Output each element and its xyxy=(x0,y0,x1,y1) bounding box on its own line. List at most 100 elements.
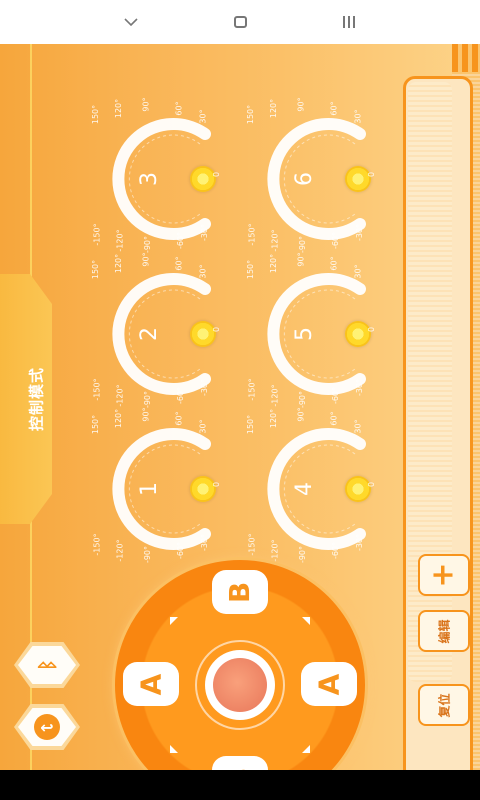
dial-number: 1 xyxy=(137,482,162,496)
dial-number: 6 xyxy=(292,172,317,186)
dial-tick-label: 30° xyxy=(198,419,208,434)
dial-number: 5 xyxy=(292,327,317,341)
dial-tick-label: 90° xyxy=(296,97,306,112)
dial-number: 2 xyxy=(137,327,162,341)
servo-dial-5[interactable]: 5 150° 120° 90° 60° 30° 0 -30° -60° -90° -120° -150… xyxy=(245,252,377,408)
dial-tick-label: -30° xyxy=(200,533,210,552)
servo-dial-2[interactable]: 2 150° 120° 90° 60° 30° 0 -30° -60° -90° -120° -150… xyxy=(90,252,222,408)
mode-label: 控制模式 xyxy=(27,366,46,432)
dial-tick-label: 0 xyxy=(212,326,222,333)
dial-tick-label: 150° xyxy=(246,259,256,280)
servo-dial-3[interactable]: 3 150° 120° 90° 60° 30° 0 -30° -60° -90° -120° -150… xyxy=(90,97,222,253)
dial-tick-label: 30° xyxy=(353,109,363,124)
dial-tick-label: -90° xyxy=(143,235,153,254)
dial-tick-label: 60° xyxy=(174,101,184,116)
dial-tick-label: 90° xyxy=(141,252,151,267)
dial-tick-label: 150° xyxy=(91,414,101,435)
dial-tick-label: -30° xyxy=(200,378,210,397)
back-arrow-icon: ↩ xyxy=(34,714,60,740)
dial-knob[interactable] xyxy=(345,476,371,502)
dial-tick-label: 0 xyxy=(367,326,377,333)
reset-label: 复位 xyxy=(437,692,452,718)
dial-tick-label: -60° xyxy=(331,541,341,560)
dial-knob[interactable] xyxy=(190,166,216,192)
dial-tick-label: 90° xyxy=(296,252,306,267)
dial-tick-label: -150° xyxy=(92,378,102,401)
plus-icon: + xyxy=(425,562,461,588)
bluetooth-icon: ᛒ xyxy=(35,659,59,671)
dial-tick-label: -150° xyxy=(92,223,102,246)
dial-tick-label: -90° xyxy=(143,390,153,409)
dial-knob[interactable] xyxy=(345,321,371,347)
edit-label: 编辑 xyxy=(437,618,452,644)
dial-tick-label: 150° xyxy=(91,259,101,280)
servo-dial-4[interactable]: 4 150° 120° 90° 60° 30° 0 -30° -60° -90° -120° -150… xyxy=(245,407,377,563)
edit-button[interactable]: 编辑 xyxy=(418,610,470,652)
dial-tick-label: -30° xyxy=(355,533,365,552)
dial-tick-label: -150° xyxy=(247,533,257,556)
dial-knob[interactable] xyxy=(190,321,216,347)
dial-tick-label: 60° xyxy=(329,411,339,426)
dial-tick-label: -120° xyxy=(115,229,125,252)
dial-tick-label: -30° xyxy=(200,223,210,242)
dial-tick-label: 0 xyxy=(367,481,377,488)
joystick[interactable]: A A B B xyxy=(115,560,365,770)
key-b-top[interactable]: B xyxy=(212,570,268,614)
robot-control-screen: 控制模式 + 编辑 复位 1 150° 120° 90° 60° 30° 0 -30° -60°… xyxy=(0,44,480,770)
dial-tick-label: 0 xyxy=(212,481,222,488)
dial-tick-label: -30° xyxy=(355,378,365,397)
dial-tick-label: -120° xyxy=(270,539,280,562)
dial-tick-label: 150° xyxy=(246,414,256,435)
dial-tick-label: -60° xyxy=(331,386,341,405)
dial-tick-label: 120° xyxy=(269,98,279,119)
dial-tick-label: -150° xyxy=(92,533,102,556)
dial-tick-label: 120° xyxy=(114,253,124,274)
dial-tick-label: -60° xyxy=(176,231,186,250)
servo-dial-6[interactable]: 6 150° 120° 90° 60° 30° 0 -30° -60° -90° -120° -150… xyxy=(245,97,377,253)
dial-tick-label: 90° xyxy=(141,407,151,422)
dial-tick-label: 150° xyxy=(246,104,256,125)
dial-tick-label: -90° xyxy=(298,235,308,254)
dial-tick-label: 90° xyxy=(296,407,306,422)
dial-tick-label: 30° xyxy=(353,264,363,279)
dial-tick-label: 0 xyxy=(212,171,222,178)
dial-tick-label: -120° xyxy=(270,229,280,252)
recent-apps-icon[interactable] xyxy=(334,8,364,36)
dial-tick-label: 0 xyxy=(367,171,377,178)
dial-tick-label: -150° xyxy=(247,223,257,246)
reset-button[interactable]: 复位 xyxy=(418,684,470,726)
dial-tick-label: 30° xyxy=(198,264,208,279)
dial-tick-label: 120° xyxy=(269,408,279,429)
dial-tick-label: 120° xyxy=(269,253,279,274)
dial-tick-label: -60° xyxy=(176,541,186,560)
dial-tick-label: -150° xyxy=(247,378,257,401)
dial-knob[interactable] xyxy=(190,476,216,502)
dial-tick-label: 60° xyxy=(174,256,184,271)
key-a-left[interactable]: A xyxy=(123,662,179,706)
dial-tick-label: -120° xyxy=(115,384,125,407)
chevron-down-icon[interactable] xyxy=(116,8,146,36)
dial-knob[interactable] xyxy=(345,166,371,192)
dial-tick-label: -90° xyxy=(298,390,308,409)
key-a-right[interactable]: A xyxy=(301,662,357,706)
dial-tick-label: 90° xyxy=(141,97,151,112)
dial-tick-label: -30° xyxy=(355,223,365,242)
dial-tick-label: 60° xyxy=(329,101,339,116)
dial-tick-label: -120° xyxy=(270,384,280,407)
dial-tick-label: 60° xyxy=(329,256,339,271)
dial-tick-label: 150° xyxy=(91,104,101,125)
bottom-bar xyxy=(0,770,480,800)
dial-number: 4 xyxy=(292,482,317,496)
key-b-bottom[interactable]: B xyxy=(212,756,268,770)
home-square-icon[interactable] xyxy=(225,8,255,36)
dial-tick-label: -120° xyxy=(115,539,125,562)
dial-tick-label: -60° xyxy=(176,386,186,405)
dial-number: 3 xyxy=(137,172,162,186)
add-button[interactable]: + xyxy=(418,554,470,596)
servo-dial-1[interactable]: 1 150° 120° 90° 60° 30° 0 -30° -60° -90° -120° -150… xyxy=(90,407,222,563)
dial-tick-label: -60° xyxy=(331,231,341,250)
joystick-thumb[interactable] xyxy=(205,650,275,720)
dial-tick-label: 120° xyxy=(114,98,124,119)
dial-tick-label: 120° xyxy=(114,408,124,429)
dial-tick-label: 30° xyxy=(198,109,208,124)
